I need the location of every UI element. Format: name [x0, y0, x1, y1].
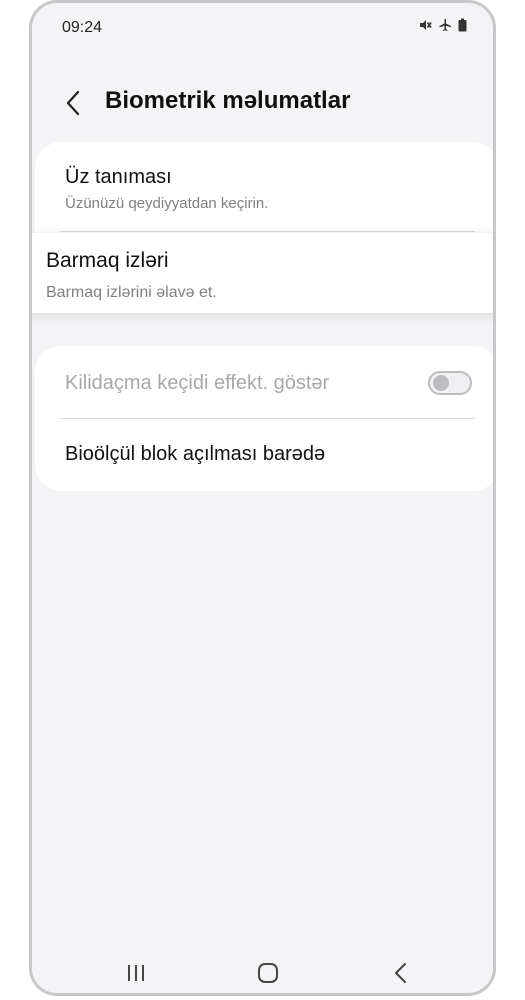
- about-biometric-unlock-label: Bioölçül blok açılması barədə: [65, 443, 326, 465]
- face-recognition-title: Üz tanıması: [65, 166, 172, 188]
- battery-icon: [458, 18, 467, 32]
- unlock-transition-toggle[interactable]: [428, 371, 472, 395]
- phone-frame: 09:24 Biometrik məlumatlar Üz tanıması Ü…: [29, 0, 496, 996]
- back-button[interactable]: [58, 87, 88, 119]
- unlock-transition-setting: Kilidaçma keçidi effekt. göstər: [35, 346, 493, 418]
- page-header: Biometrik məlumatlar: [32, 75, 493, 131]
- divider: [60, 231, 475, 232]
- recent-apps-icon: [128, 965, 144, 981]
- face-recognition-item[interactable]: Üz tanıması Üzünüzü qeydiyyatdan keçirin…: [35, 142, 493, 230]
- home-button[interactable]: [253, 961, 283, 985]
- recent-apps-button[interactable]: [121, 961, 151, 985]
- back-icon: [395, 963, 406, 983]
- chevron-left-icon: [66, 90, 80, 116]
- mute-icon: [418, 18, 432, 32]
- about-biometric-unlock-item[interactable]: Bioölçül blok açılması barədə: [35, 419, 493, 491]
- home-icon: [258, 963, 278, 983]
- status-icons: [418, 18, 467, 32]
- status-bar: 09:24: [32, 3, 493, 51]
- face-recognition-subtitle: Üzünüzü qeydiyyatdan keçirin.: [65, 195, 269, 212]
- nav-back-button[interactable]: [386, 961, 416, 985]
- airplane-icon: [438, 18, 452, 32]
- navigation-bar: [32, 943, 493, 993]
- toggle-knob: [433, 375, 449, 391]
- fingerprints-item[interactable]: Barmaq izləri Barmaq izlərini əlavə et.: [32, 233, 493, 313]
- fingerprints-subtitle: Barmaq izlərini əlavə et.: [46, 284, 217, 301]
- unlock-transition-label: Kilidaçma keçidi effekt. göstər: [65, 372, 330, 394]
- fingerprints-title: Barmaq izləri: [46, 249, 169, 272]
- page-title: Biometrik məlumatlar: [105, 87, 351, 114]
- status-time: 09:24: [62, 19, 103, 36]
